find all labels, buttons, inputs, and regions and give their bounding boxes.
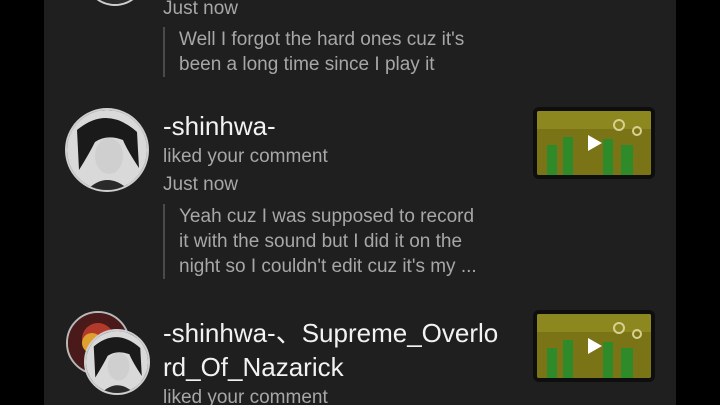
avatar[interactable] [84, 329, 150, 395]
timestamp: Just now [163, 0, 238, 19]
comment-quote: Yeah cuz I was supposed to record it wit… [163, 204, 477, 279]
avatar-image-icon [86, 0, 144, 4]
avatar[interactable] [84, 0, 146, 6]
avatar-image-icon [67, 110, 147, 190]
quote-line: night so I couldn't edit cuz it's my ... [179, 256, 477, 277]
timestamp: Just now [163, 174, 238, 195]
username[interactable]: -shinhwa- [163, 109, 276, 143]
quote-line: Yeah cuz I was supposed to record [179, 206, 475, 227]
quote-line: it with the sound but I did it on the [179, 231, 463, 252]
video-thumbnail[interactable] [533, 107, 655, 179]
username[interactable]: -shinhwa-、Supreme_Overlo [163, 316, 498, 350]
avatar[interactable] [65, 108, 149, 192]
play-icon [588, 338, 602, 354]
play-icon [588, 135, 602, 151]
comment-quote: Well I forgot the hard ones cuz it's bee… [163, 27, 464, 77]
notification-item[interactable]: -shinhwa-、Supreme_Overlo rd_Of_Nazarick … [44, 305, 676, 405]
notification-item[interactable]: -shinhwa- liked your comment Just now Ye… [44, 100, 676, 285]
action-text: liked your comment [163, 146, 328, 167]
notification-item[interactable]: Just now Well I forgot the hard ones cuz… [44, 0, 676, 90]
quote-line: been a long time since I play it [179, 54, 435, 75]
username-continued[interactable]: rd_Of_Nazarick [163, 350, 344, 384]
avatar-image-icon [86, 331, 148, 393]
video-thumbnail[interactable] [533, 310, 655, 382]
action-text: liked your comment [163, 387, 328, 405]
quote-line: Well I forgot the hard ones cuz it's [179, 29, 465, 50]
notifications-panel: Just now Well I forgot the hard ones cuz… [44, 0, 676, 405]
